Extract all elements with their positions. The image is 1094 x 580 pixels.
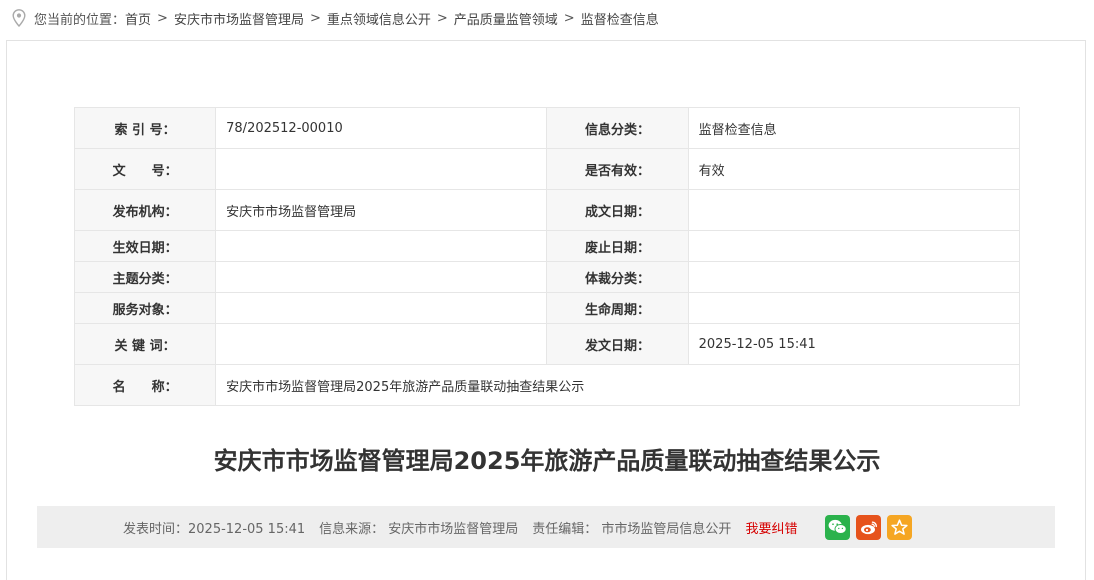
index-value: 78/202512-00010	[215, 107, 548, 149]
category-label: 信息分类：	[546, 107, 689, 149]
lifecycle-value	[687, 292, 1021, 324]
written-date-label: 成文日期：	[546, 189, 689, 231]
index-label: 索 引 号：	[73, 107, 217, 149]
valid-label: 是否有效：	[546, 148, 689, 190]
table-row: 生效日期： 废止日期：	[73, 230, 1021, 262]
table-row: 索 引 号： 78/202512-00010 信息分类： 监督检查信息	[73, 107, 1021, 149]
name-label: 名 称：	[73, 364, 217, 406]
info-source: 信息来源： 安庆市市场监督管理局	[319, 521, 519, 537]
metadata-table: 索 引 号： 78/202512-00010 信息分类： 监督检查信息 文 号：…	[73, 107, 1021, 406]
breadcrumb-lead: 您当前的位置：	[34, 12, 126, 28]
share-buttons	[825, 514, 913, 540]
table-row: 发布机构： 安庆市市场监督管理局 成文日期：	[73, 189, 1021, 231]
keywords-value	[215, 323, 548, 365]
topic-label: 主题分类：	[73, 261, 217, 293]
breadcrumb-bureau[interactable]: 安庆市市场监督管理局	[174, 9, 304, 28]
docno-value	[215, 148, 548, 190]
breadcrumb: 您当前的位置： 首页 > 安庆市市场监督管理局 > 重点领域信息公开 > 产品质…	[12, 8, 659, 28]
breadcrumb-separator: >	[309, 10, 321, 26]
favorite-icon[interactable]	[887, 514, 913, 540]
effective-date-value	[215, 230, 548, 262]
name-value: 安庆市市场监督管理局2025年旅游产品质量联动抽查结果公示	[215, 364, 1020, 406]
genre-value	[687, 261, 1021, 293]
article-info-bar: 发表时间：2025-12-05 15:41 信息来源： 安庆市市场监督管理局 责…	[37, 506, 1055, 548]
category-value: 监督检查信息	[687, 107, 1021, 149]
breadcrumb-separator: >	[436, 10, 448, 26]
repeal-date-value	[687, 230, 1021, 262]
location-pin-icon	[12, 9, 26, 27]
breadcrumb-home[interactable]: 首页	[125, 9, 151, 28]
content-frame: 索 引 号： 78/202512-00010 信息分类： 监督检查信息 文 号：…	[6, 40, 1086, 580]
breadcrumb-inspection-info[interactable]: 监督检查信息	[581, 9, 659, 28]
audience-value	[215, 292, 548, 324]
repeal-date-label: 废止日期：	[546, 230, 689, 262]
responsible-editor: 责任编辑： 市市场监管局信息公开	[532, 521, 732, 537]
breadcrumb-separator: >	[157, 10, 168, 26]
pubdate-value: 2025-12-05 15:41	[687, 323, 1021, 365]
genre-label: 体裁分类：	[546, 261, 689, 293]
report-error-link[interactable]: 我要纠错	[745, 518, 797, 537]
issuer-label: 发布机构：	[73, 189, 217, 231]
breadcrumb-key-areas[interactable]: 重点领域信息公开	[327, 9, 431, 28]
docno-label: 文 号：	[73, 148, 217, 190]
keywords-label: 关 键 词：	[73, 323, 217, 365]
page-title: 安庆市市场监督管理局2025年旅游产品质量联动抽查结果公示	[213, 447, 881, 475]
breadcrumb-product-quality[interactable]: 产品质量监管领域	[454, 9, 558, 28]
publish-time: 发表时间：2025-12-05 15:41	[123, 521, 306, 537]
table-row: 文 号： 是否有效： 有效	[73, 148, 1021, 190]
valid-value: 有效	[687, 148, 1021, 190]
issuer-value: 安庆市市场监督管理局	[215, 189, 548, 231]
table-row: 主题分类： 体裁分类：	[73, 261, 1021, 293]
wechat-icon[interactable]	[825, 514, 851, 540]
weibo-icon[interactable]	[856, 514, 882, 540]
audience-label: 服务对象：	[73, 292, 217, 324]
pubdate-label: 发文日期：	[546, 323, 689, 365]
table-row: 关 键 词： 发文日期： 2025-12-05 15:41	[73, 323, 1021, 365]
table-row: 服务对象： 生命周期：	[73, 292, 1021, 324]
lifecycle-label: 生命周期：	[546, 292, 689, 324]
written-date-value	[687, 189, 1021, 231]
table-row: 名 称： 安庆市市场监督管理局2025年旅游产品质量联动抽查结果公示	[73, 364, 1020, 406]
effective-date-label: 生效日期：	[73, 230, 217, 262]
breadcrumb-separator: >	[563, 10, 575, 26]
topic-value	[215, 261, 548, 293]
